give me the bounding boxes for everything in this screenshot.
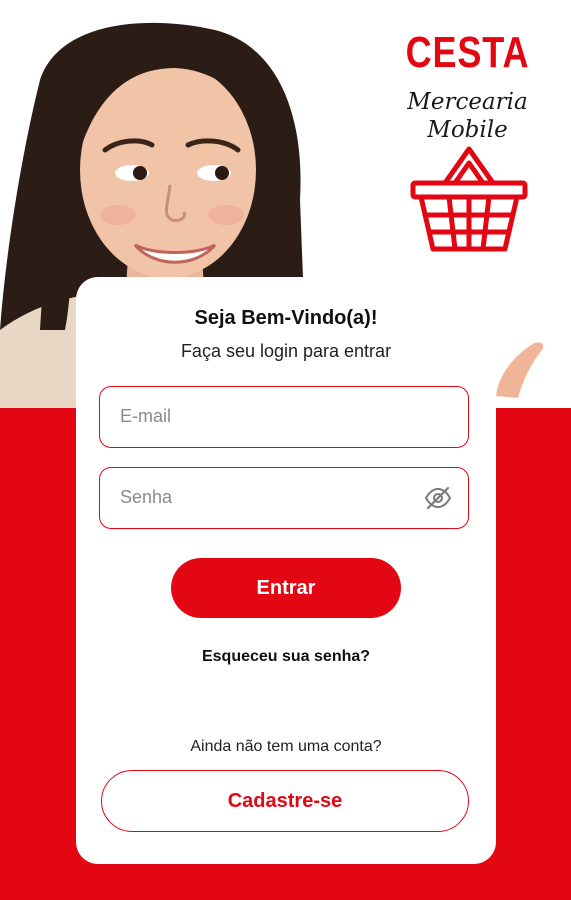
login-button[interactable]: Entrar xyxy=(171,558,401,618)
email-field-container xyxy=(99,386,469,448)
login-screen: CESTA Mercearia Mobile Seja Bem-Vindo(a)… xyxy=(0,0,571,900)
forgot-password-link[interactable]: Esqueceu sua senha? xyxy=(76,648,496,666)
email-field[interactable] xyxy=(120,387,420,446)
brand-logo: CESTA Mercearia Mobile xyxy=(370,28,565,144)
hand-illustration xyxy=(488,336,548,406)
basket-icon xyxy=(407,143,531,255)
brand-name: CESTA xyxy=(405,28,530,77)
brand-tagline: Mercearia Mobile xyxy=(407,89,528,143)
no-account-text: Ainda não tem uma conta? xyxy=(190,738,382,755)
welcome-title: Seja Bem-Vindo(a)! xyxy=(194,307,378,329)
welcome-subtitle: Faça seu login para entrar xyxy=(180,341,392,361)
eye-off-icon[interactable] xyxy=(424,485,452,511)
password-field-container xyxy=(99,467,469,529)
login-card: Seja Bem-Vindo(a)! Faça seu login para e… xyxy=(76,277,496,864)
password-field[interactable] xyxy=(120,468,420,527)
signup-button[interactable]: Cadastre-se xyxy=(101,770,469,832)
